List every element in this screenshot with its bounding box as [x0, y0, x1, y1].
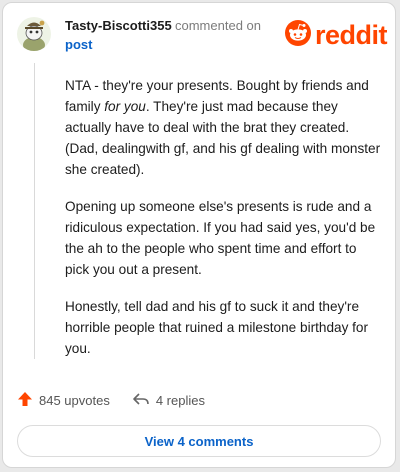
comment-actions: 845 upvotes 4 replies: [17, 391, 205, 410]
comment-paragraph: Opening up someone else's presents is ru…: [65, 199, 376, 277]
upvote-count: 845 upvotes: [39, 393, 110, 408]
reddit-logo[interactable]: reddit: [285, 20, 388, 51]
reddit-wordmark: reddit: [315, 20, 388, 50]
replies-button[interactable]: 4 replies: [132, 391, 205, 410]
comment-card: Tasty-Biscotti355 commented on post redd…: [2, 2, 396, 468]
reply-arrow-icon: [132, 391, 156, 410]
comment-paragraph: NTA - they're your presents. Bought by f…: [65, 78, 381, 177]
view-comments-button[interactable]: View 4 comments: [17, 425, 381, 457]
upvote-arrow-icon: [17, 391, 39, 410]
post-link[interactable]: post: [65, 37, 92, 52]
comment-paragraph: Honestly, tell dad and his gf to suck it…: [65, 299, 369, 356]
thread-line[interactable]: [34, 63, 35, 359]
comment-body: NTA - they're your presents. Bought by f…: [65, 75, 383, 375]
avatar-icon[interactable]: [17, 17, 51, 51]
username[interactable]: Tasty-Biscotti355: [65, 18, 172, 33]
upvote-button[interactable]: 845 upvotes: [17, 391, 110, 410]
commented-on-label: commented on: [175, 18, 261, 33]
reddit-alien-icon: [285, 20, 311, 51]
reply-count: 4 replies: [155, 393, 205, 408]
